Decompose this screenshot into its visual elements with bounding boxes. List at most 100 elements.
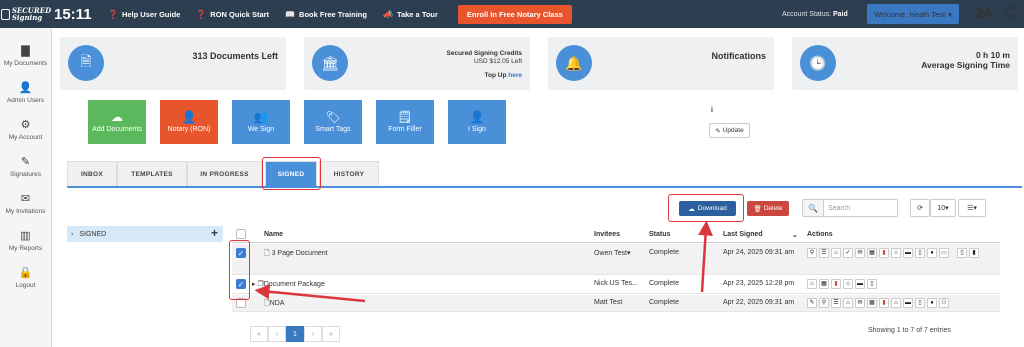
notifications-card[interactable]: 🔔 Notifications bbox=[548, 37, 774, 90]
top-up-link[interactable]: here bbox=[508, 72, 522, 79]
envelope-icon[interactable]: ✉ bbox=[855, 248, 865, 258]
id-card-icon[interactable]: ▭ bbox=[939, 248, 949, 258]
smart-tags-button[interactable]: 🏷 Smart Tags bbox=[304, 100, 362, 144]
i-sign-button[interactable]: 👤 I Sign bbox=[448, 100, 506, 144]
tab-history[interactable]: HISTORY bbox=[319, 161, 379, 186]
info-icon[interactable]: i bbox=[711, 107, 713, 114]
sidebar-item-admin-users[interactable]: 👤 Admin Users bbox=[0, 75, 51, 112]
last-page-button[interactable]: » bbox=[322, 326, 340, 342]
user-icon[interactable]: ● bbox=[927, 298, 937, 308]
folder-signed[interactable]: › SIGNED bbox=[67, 226, 223, 242]
take-a-tour-link[interactable]: 📣 Take a Tour bbox=[383, 10, 438, 19]
next-page-button[interactable]: › bbox=[304, 326, 322, 342]
refresh-button[interactable]: ⟳ bbox=[910, 199, 930, 217]
date-month-year: APR 2025 bbox=[1004, 7, 1018, 21]
calendar-icon[interactable]: ▦ bbox=[819, 279, 829, 289]
add-folder-icon[interactable]: + bbox=[211, 226, 218, 240]
page-size-dropdown[interactable]: 10 ▾ bbox=[930, 199, 956, 217]
expand-icon[interactable]: ▸ bbox=[252, 281, 256, 288]
download-highlight bbox=[668, 194, 744, 222]
tab-in-progress[interactable]: IN PROGRESS bbox=[187, 161, 262, 186]
trash-icon: 🗑 bbox=[753, 205, 762, 213]
add-documents-button[interactable]: ☁ Add Documents bbox=[88, 100, 146, 144]
calendar-icon[interactable]: ▦ bbox=[867, 248, 877, 258]
signing-time-card: 🕒 0 h 10 m Average Signing Time bbox=[792, 37, 1018, 90]
delete-button[interactable]: 🗑 Delete bbox=[747, 201, 789, 216]
table-row[interactable]: ✓ ▸ ❐Document Package Nick US Tes... Com… bbox=[232, 276, 1000, 294]
notary-ron-button[interactable]: 👤 Notary (RON) bbox=[160, 100, 218, 144]
prev-page-button[interactable]: ‹ bbox=[268, 326, 286, 342]
showing-entries: Showing 1 to 7 of 7 entries bbox=[868, 327, 951, 334]
question-icon: ❓ bbox=[196, 9, 207, 19]
calendar-icon[interactable]: ▦ bbox=[867, 298, 877, 308]
pencil-icon: ✎ bbox=[20, 156, 31, 168]
help-user-guide-link[interactable]: ❓ Help User Guide bbox=[108, 10, 180, 19]
table-row[interactable]: ✓ 🗋 3 Page Document Owen Test▾ Complete … bbox=[232, 244, 1000, 275]
bank-icon[interactable]: ⌂ bbox=[843, 279, 853, 289]
list-icon[interactable]: ☰ bbox=[831, 298, 841, 308]
logo-lock-icon bbox=[0, 8, 10, 20]
table-row[interactable]: 🗋NDA Matt Test Complete Apr 22, 2025 09:… bbox=[232, 295, 1000, 312]
file-icon[interactable]: ▯ bbox=[915, 248, 925, 258]
sidebar-item-my-account[interactable]: ⚙ My Account bbox=[0, 112, 51, 149]
folder-icon[interactable]: ▬ bbox=[855, 279, 865, 289]
folder-icon[interactable]: ▬ bbox=[903, 298, 913, 308]
sidebar-item-my-reports[interactable]: ▥ My Reports bbox=[0, 223, 51, 260]
cloud-upload-icon: ☁ bbox=[111, 109, 123, 124]
documents-left-card: 🗎 313 Documents Left bbox=[60, 37, 286, 90]
trash-icon[interactable]: ▮ bbox=[879, 248, 889, 258]
tab-templates[interactable]: TEMPLATES bbox=[117, 161, 187, 186]
select-all-checkbox[interactable] bbox=[236, 229, 246, 239]
form-filler-button[interactable]: 🗒 Form Filler bbox=[376, 100, 434, 144]
bank-icon[interactable]: ⌂ bbox=[831, 248, 841, 258]
binoculars-icon[interactable]: ⚲ bbox=[819, 298, 829, 308]
question-icon: ❓ bbox=[108, 9, 118, 19]
envelope-icon[interactable]: ✉ bbox=[855, 298, 865, 308]
page-1-button[interactable]: 1 bbox=[286, 326, 304, 342]
sidebar-item-signatures[interactable]: ✎ Signatures bbox=[0, 149, 51, 186]
user-icon: 👤 bbox=[18, 82, 33, 94]
folder-icon[interactable]: ▬ bbox=[903, 248, 913, 258]
tab-inbox[interactable]: INBOX bbox=[67, 161, 117, 186]
users-icon[interactable]: ⚇ bbox=[939, 298, 949, 308]
book-free-training-link[interactable]: 📖 Book Free Training bbox=[285, 10, 367, 19]
file-icon[interactable]: ▯ bbox=[867, 279, 877, 289]
book-icon: 📖 bbox=[285, 9, 296, 19]
file-icon[interactable]: ▯ bbox=[957, 248, 967, 258]
table-header: Name Invitees Status Last Signed ⌄ Actio… bbox=[232, 229, 1000, 243]
sidebar-item-my-documents[interactable]: ▇ My Documents bbox=[0, 38, 51, 75]
list-icon[interactable]: ☰ bbox=[819, 248, 829, 258]
file-icon[interactable]: ▮ bbox=[969, 248, 979, 258]
user-icon: 👤 bbox=[469, 109, 485, 124]
columns-dropdown[interactable]: ☰▾ bbox=[958, 199, 986, 217]
enroll-notary-class-button[interactable]: Enroll In Free Notary Class bbox=[457, 4, 572, 24]
welcome-dropdown[interactable]: Welcome, Heath Test ▾ bbox=[867, 4, 959, 24]
sidebar-item-my-invitations[interactable]: ✉ My Invitations bbox=[0, 186, 51, 223]
user-icon[interactable]: ● bbox=[927, 248, 937, 258]
search-input[interactable] bbox=[823, 199, 898, 217]
ron-quick-start-link[interactable]: ❓ RON Quick Start bbox=[196, 10, 269, 19]
trash-icon[interactable]: ▮ bbox=[831, 279, 841, 289]
tab-bar: INBOX TEMPLATES IN PROGRESS SIGNED HISTO… bbox=[67, 161, 1022, 188]
chevron-down-icon: ▾ bbox=[948, 9, 952, 19]
search-icon[interactable]: 🔍 bbox=[802, 199, 824, 217]
edit-icon[interactable]: ✎ bbox=[807, 298, 817, 308]
invitees-dropdown[interactable]: Owen Test▾ bbox=[594, 249, 630, 257]
bank-icon[interactable]: ⌂ bbox=[843, 298, 853, 308]
sidebar-item-logout[interactable]: 🔒 Logout bbox=[0, 260, 51, 297]
bank-icon: 🏛 bbox=[312, 45, 348, 81]
first-page-button[interactable]: « bbox=[250, 326, 268, 342]
trash-icon[interactable]: ▮ bbox=[879, 298, 889, 308]
bank-icon[interactable]: ⌂ bbox=[891, 248, 901, 258]
we-sign-button[interactable]: 👥 We Sign bbox=[232, 100, 290, 144]
file-icon[interactable]: ▯ bbox=[915, 298, 925, 308]
check-icon[interactable]: ✓ bbox=[843, 248, 853, 258]
bank-icon[interactable]: ⌂ bbox=[891, 298, 901, 308]
pagination: « ‹ 1 › » bbox=[250, 326, 340, 342]
bell-icon: 🔔 bbox=[556, 45, 592, 81]
update-button[interactable]: ✎ Update bbox=[709, 123, 750, 138]
binoculars-icon[interactable]: ⚲ bbox=[807, 248, 817, 258]
logo[interactable]: SECURED Signing bbox=[0, 0, 52, 28]
chevron-down-icon[interactable]: ⌄ bbox=[792, 231, 798, 239]
bank-icon[interactable]: ⌂ bbox=[807, 279, 817, 289]
